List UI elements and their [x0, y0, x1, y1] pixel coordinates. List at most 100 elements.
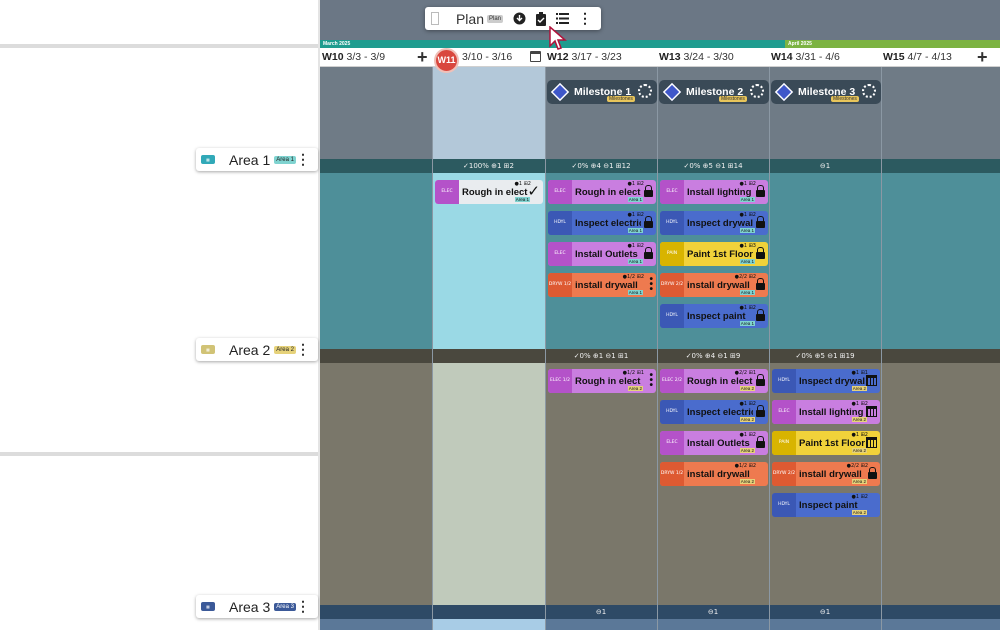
task-meta: ●1 ⊞2: [627, 212, 644, 218]
column-divider: [881, 67, 882, 630]
task-card[interactable]: HDYL Inspect paint ●1 ⊞2 Area 2: [772, 493, 880, 517]
lock-icon: [644, 216, 653, 228]
task-card[interactable]: ELECRough in electrical●1 ⊞2Area 1✓: [435, 180, 543, 204]
week-range: 3/3 - 3/9: [346, 51, 386, 63]
trade-badge: DRYW 1/2: [548, 273, 572, 297]
task-card[interactable]: HDYL Inspect paint ●1 ⊞2 Area 1: [660, 304, 768, 328]
area-2-summary: ✓0% ⊕1 ⊖1 ⊞1 ✓0% ⊕4 ⊖1 ⊞9 ✓0% ⊕5 ⊖1 ⊞19: [320, 349, 1000, 363]
today-marker[interactable]: W11: [434, 48, 459, 73]
plan-toolbar: Plan Plan ⋮: [425, 7, 601, 30]
area-label-2[interactable]: ▦ Area 2 Area 2 ⋮: [196, 338, 318, 361]
week-summary: ✓0% ⊕4 ⊖1 ⊞9: [685, 352, 741, 360]
more-vert-icon[interactable]: • • •: [649, 371, 653, 391]
trade-badge: PAIN: [660, 242, 684, 266]
week-summary: ⊖1: [595, 608, 607, 616]
area-tag: Area 2: [851, 386, 867, 391]
lock-icon: [756, 374, 765, 386]
task-card[interactable]: DRYW 2/2 install drywall ●2/2 ⊞2 Area 1: [660, 273, 768, 297]
week-range: 3/17 - 3/23: [571, 51, 622, 63]
calendar-icon: [866, 375, 877, 386]
task-meta: ●1 ⊞2: [627, 181, 644, 187]
milestone-card[interactable]: Milestone 3 Milestones: [771, 80, 881, 104]
area-tag: Area 1: [739, 321, 755, 326]
lock-icon: [868, 467, 877, 479]
task-card[interactable]: DRYW 1/2 install drywall ●1/2 ⊞2 Area 1 • • •: [548, 273, 656, 297]
week-label-w13[interactable]: W13 3/24 - 3/30: [659, 51, 734, 63]
milestone-card[interactable]: Milestone 2 Milestones: [659, 80, 769, 104]
task-card[interactable]: HDYLInspect electrical●1 ⊞2Area 2: [660, 400, 768, 424]
task-card[interactable]: ELEC Install Outlets ●1 ⊞2 Area 1: [548, 242, 656, 266]
task-card[interactable]: ELEC Install lighting ●1 ⊞2 Area 2: [772, 400, 880, 424]
progress-ring-icon: [862, 84, 876, 98]
calendar-icon[interactable]: [530, 51, 541, 62]
task-card[interactable]: ELEC Install Outlets ●1 ⊞2 Area 2: [660, 431, 768, 455]
more-vert-icon[interactable]: ⋮: [296, 151, 310, 167]
more-vert-icon[interactable]: ⋮: [296, 598, 310, 614]
area-tag: Area 1: [274, 155, 296, 164]
week-summary: ✓0% ⊕5 ⊖1 ⊞14: [683, 162, 743, 170]
grid-icon: ▦: [201, 602, 215, 611]
today-column: [432, 619, 545, 630]
lock-icon: [756, 216, 765, 228]
milestone-diamond-icon: [662, 82, 682, 102]
milestone-card[interactable]: Milestone 1 Milestones: [547, 80, 657, 104]
area-label-1[interactable]: ▦ Area 1 Area 1 ⋮: [196, 148, 318, 171]
trade-badge: DRYW 2/2: [660, 273, 684, 297]
plan-title: Plan: [455, 10, 484, 27]
lock-icon: [756, 185, 765, 197]
task-card[interactable]: DRYW 1/2 install drywall ●1/2 ⊞2 Area 2: [660, 462, 768, 486]
add-icon[interactable]: +: [417, 48, 428, 66]
task-card[interactable]: ELECRough in electrical●1 ⊞2Area 1: [548, 180, 656, 204]
more-vert-icon[interactable]: ⋮: [578, 10, 592, 27]
task-card[interactable]: ELEC 2/2Rough in electrical●2/2 ⊞1Area 2: [660, 369, 768, 393]
task-card[interactable]: ELEC Install lighting ●1 ⊞2 Area 1: [660, 180, 768, 204]
divider: [0, 452, 318, 456]
lock-icon: [756, 247, 765, 259]
task-card[interactable]: PAIN Paint 1st Floor ●1 ⊞2 Area 2: [772, 431, 880, 455]
more-vert-icon[interactable]: ⋮: [296, 341, 310, 357]
clipboard-check-icon[interactable]: [535, 11, 547, 27]
task-card[interactable]: DRYW 2/2 install drywall ●2/2 ⊞2 Area 2: [772, 462, 880, 486]
trade-badge: ELEC: [548, 242, 572, 266]
task-meta: ●2/2 ⊞2: [734, 274, 756, 280]
lock-icon: [644, 247, 653, 259]
grid-icon: ▦: [201, 155, 215, 164]
trade-badge: ELEC: [660, 431, 684, 455]
task-meta: ●1/2 ⊞2: [734, 463, 756, 469]
week-label-w14[interactable]: W14 3/31 - 4/6: [771, 51, 840, 63]
week-label-w11[interactable]: 3/10 - 3/16: [462, 51, 512, 63]
task-card[interactable]: HDYL Inspect drywall ●1 ⊞1 Area 2: [772, 369, 880, 393]
task-card[interactable]: HDYL Inspect drywall ●1 ⊞2 Area 1: [660, 211, 768, 235]
area-tag: Area 1: [627, 290, 643, 295]
task-meta: ●1 ⊞2: [739, 401, 756, 407]
trade-badge: PAIN: [772, 431, 796, 455]
plan-tag: Plan: [486, 14, 503, 23]
task-meta: ●1 ⊞3: [739, 243, 756, 249]
list-icon[interactable]: [556, 11, 569, 27]
week-summary: ✓100% ⊕1 ⊞2: [463, 162, 514, 170]
task-card[interactable]: PAIN Paint 1st Floor ●1 ⊞3 Area 1: [660, 242, 768, 266]
download-icon[interactable]: [513, 11, 526, 27]
area-label-3[interactable]: ▦ Area 3 Area 3 ⋮: [196, 595, 318, 618]
week-header: W10 3/3 - 3/9 + 3/10 - 3/16 W12 3/17 - 3…: [320, 48, 1000, 67]
task-card[interactable]: HDYLInspect electrical●1 ⊞2Area 1: [548, 211, 656, 235]
task-meta: ●1 ⊞2: [739, 305, 756, 311]
task-card[interactable]: ELEC 1/2Rough in electrical●1/2 ⊞1Area 2…: [548, 369, 656, 393]
week-code: W10: [322, 51, 344, 63]
add-icon[interactable]: +: [977, 48, 988, 66]
week-range: 3/24 - 3/30: [683, 51, 734, 63]
week-code: W13: [659, 51, 681, 63]
week-summary: ⊖1: [819, 608, 831, 616]
more-vert-icon[interactable]: • • •: [649, 275, 653, 295]
calendar-icon: [866, 437, 877, 448]
week-label-w15[interactable]: W15 4/7 - 4/13: [883, 51, 952, 63]
trade-badge: ELEC: [772, 400, 796, 424]
trade-badge: ELEC 2/2: [660, 369, 684, 393]
area-tag: Area 2: [627, 386, 643, 391]
task-meta: ●1/2 ⊞1: [622, 370, 644, 376]
lock-icon: [756, 278, 765, 290]
area-tag: Area 2: [851, 417, 867, 422]
milestone-diamond-icon: [774, 82, 794, 102]
week-label-w10[interactable]: W10 3/3 - 3/9: [322, 51, 385, 63]
today-column: [432, 67, 545, 159]
